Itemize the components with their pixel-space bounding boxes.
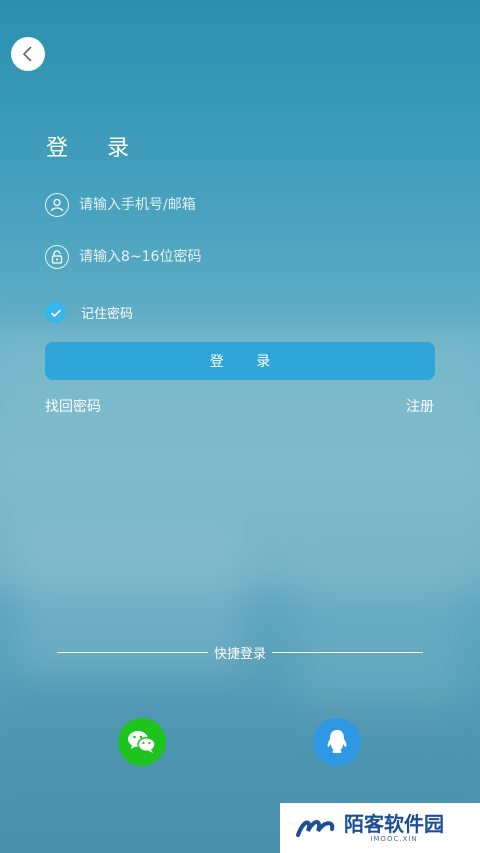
back-button[interactable] — [11, 37, 45, 71]
watermark-logo-icon — [296, 820, 335, 837]
quick-login-divider: 快捷登录 — [57, 642, 424, 662]
remember-label: 记住密码 — [81, 307, 134, 322]
password-input[interactable] — [77, 248, 421, 266]
wechat-icon — [128, 731, 156, 753]
chevron-left-icon — [22, 46, 32, 62]
register-link[interactable]: 注册 — [406, 396, 434, 416]
forgot-password-link[interactable]: 找回密码 — [45, 396, 101, 416]
lock-icon — [45, 245, 69, 269]
page-title: 登 录 — [46, 136, 145, 161]
wechat-login-button[interactable] — [118, 718, 166, 766]
login-button[interactable]: 登 录 — [45, 342, 435, 380]
password-field[interactable] — [45, 242, 435, 272]
watermark-title: 陌客软件园 — [344, 812, 444, 836]
phone-email-field[interactable] — [45, 190, 435, 220]
phone-email-input[interactable] — [77, 196, 421, 214]
background — [0, 0, 480, 853]
remember-password[interactable]: 记住密码 — [45, 302, 133, 323]
user-icon — [45, 193, 69, 217]
watermark-logo: 陌客软件园 IMOOC.XIN — [280, 803, 480, 853]
quick-login-label: 快捷登录 — [214, 646, 267, 662]
check-icon — [50, 308, 61, 317]
qq-login-button[interactable] — [313, 718, 361, 766]
qq-icon — [327, 730, 347, 753]
remember-checkbox[interactable] — [45, 302, 66, 323]
watermark-subtitle: IMOOC.XIN — [370, 835, 418, 843]
